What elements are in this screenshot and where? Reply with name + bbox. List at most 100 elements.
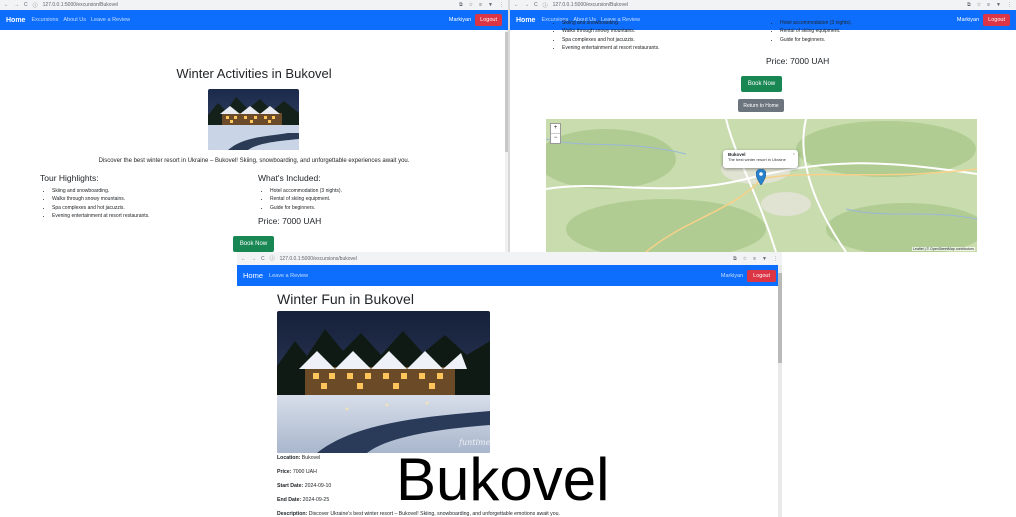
page-title: Winter Activities in Bukovel: [176, 66, 332, 81]
navbar: Home Leave a Review Markiyan Logout: [237, 265, 782, 286]
list-item: Skiing and snowboarding.: [52, 188, 230, 194]
list-item: Spa complexes and hot jacuzzis.: [562, 37, 740, 43]
address-bar[interactable]: 127.0.0.1:5000/excursion/Bukovel: [553, 2, 628, 8]
list-item: Spa complexes and hot jacuzzis.: [52, 205, 230, 211]
scrollbar[interactable]: [505, 30, 508, 252]
extensions-icon[interactable]: ≡: [479, 2, 482, 8]
reload-icon[interactable]: C: [24, 2, 28, 8]
browser-toolbar: ← → C ⓘ 127.0.0.1:5000/excursion/Bukovel…: [510, 0, 1016, 10]
price-text: Price: 7000 UAH: [258, 216, 322, 226]
map-marker-icon[interactable]: [756, 169, 766, 185]
menu-icon[interactable]: ⋮: [1007, 2, 1012, 8]
whats-included-partial: Hotel accommodation (3 nights). Rental o…: [768, 20, 958, 45]
list-item: Guide for beginners.: [270, 205, 448, 211]
zoom-out-button[interactable]: −: [551, 133, 560, 143]
reload-icon[interactable]: C: [261, 256, 265, 262]
menu-icon[interactable]: ⋮: [499, 2, 504, 8]
start-date-label: Start Date:: [277, 483, 304, 489]
translate-icon[interactable]: ⧉: [733, 256, 737, 262]
user-name: Markiyan: [720, 272, 744, 279]
included-heading: What's Included:: [258, 173, 321, 183]
list-item: Hotel accommodation (3 nights).: [780, 20, 958, 26]
end-date-value: 2024-09-25: [302, 497, 330, 503]
return-home-button[interactable]: Return to Home: [738, 99, 784, 112]
book-now-button[interactable]: Book Now: [741, 76, 782, 92]
logout-button[interactable]: Logout: [747, 269, 776, 282]
tour-highlights-partial: Skiing and snowboarding. Walks through s…: [550, 20, 740, 53]
end-date-label: End Date:: [277, 497, 302, 503]
browser-toolbar: ← → C ⓘ 127.0.0.1:5000/excursion/Bukovel…: [0, 0, 508, 10]
close-icon[interactable]: ×: [793, 151, 795, 156]
forward-icon[interactable]: →: [14, 2, 19, 8]
nav-home[interactable]: Home: [516, 17, 535, 24]
intro-text: Discover the best winter resort in Ukrai…: [98, 158, 410, 164]
logout-button[interactable]: Logout: [475, 14, 502, 26]
start-date-value: 2024-09-10: [304, 483, 332, 489]
resort-image: funtime: [277, 311, 490, 453]
nav-review[interactable]: Leave a Review: [269, 273, 308, 279]
info-icon[interactable]: ⓘ: [270, 255, 275, 262]
browser-toolbar: ← → C ⓘ 127.0.0.1:5000/excursions/bukove…: [237, 252, 782, 265]
location-value: Bukovel: [301, 455, 321, 461]
download-icon[interactable]: ▼: [762, 256, 767, 262]
address-bar[interactable]: 127.0.0.1:5000/excursions/bukovel: [280, 256, 357, 262]
reload-icon[interactable]: C: [534, 2, 538, 8]
forward-icon[interactable]: →: [251, 256, 256, 262]
logout-button[interactable]: Logout: [983, 14, 1010, 26]
map[interactable]: + − × Bukovel The best winter resort in …: [546, 119, 977, 252]
info-icon[interactable]: ⓘ: [543, 2, 548, 9]
list-item: Evening entertainment at resort restaura…: [562, 45, 740, 51]
list-item: Hotel accommodation (3 nights).: [270, 188, 448, 194]
map-attribution[interactable]: Leaflet | © OpenStreetMap contributors: [912, 247, 975, 251]
nav-about[interactable]: About Us: [63, 17, 86, 23]
translate-icon[interactable]: ⧉: [967, 2, 971, 8]
list-item: Skiing and snowboarding.: [562, 20, 740, 26]
nav-home[interactable]: Home: [6, 17, 25, 24]
user-name: Markiyan: [956, 17, 980, 23]
start-date-row: Start Date: 2024-09-10: [277, 483, 331, 489]
zoom-controls: + −: [550, 123, 561, 144]
translate-icon[interactable]: ⧉: [459, 2, 463, 8]
download-icon[interactable]: ▼: [996, 2, 1001, 8]
address-bar[interactable]: 127.0.0.1:5000/excursion/Bukovel: [43, 2, 118, 8]
list-item: Guide for beginners.: [780, 37, 958, 43]
window-excursion-map: ← → C ⓘ 127.0.0.1:5000/excursion/Bukovel…: [510, 0, 1016, 252]
download-icon[interactable]: ▼: [488, 2, 493, 8]
tour-highlights: Tour Highlights: Skiing and snowboarding…: [40, 173, 230, 221]
list-item: Rental of skiing equipment.: [780, 28, 958, 34]
star-icon[interactable]: ☆: [743, 256, 747, 262]
back-icon[interactable]: ←: [514, 2, 519, 8]
extensions-icon[interactable]: ≡: [987, 2, 990, 8]
price-row: Price: 7000 UAH: [277, 469, 317, 475]
nav-excursions[interactable]: Excursions: [31, 17, 58, 23]
info-icon[interactable]: ⓘ: [33, 2, 38, 9]
resort-image: [208, 89, 299, 150]
list-item: Walks through snowy mountains.: [52, 196, 230, 202]
user-name: Markiyan: [448, 17, 472, 23]
window-excursion-details: ← → C ⓘ 127.0.0.1:5000/excursion/Bukovel…: [0, 0, 510, 252]
highlights-heading: Tour Highlights:: [40, 173, 99, 183]
star-icon[interactable]: ☆: [977, 2, 981, 8]
price-text: Price: 7000 UAH: [766, 56, 830, 66]
page-title: Winter Fun in Bukovel: [277, 291, 414, 307]
navbar: Home Excursions About Us Leave a Review …: [0, 10, 508, 30]
nav-review[interactable]: Leave a Review: [91, 17, 130, 23]
menu-icon[interactable]: ⋮: [773, 256, 778, 262]
list-item: Walks through snowy mountains.: [562, 28, 740, 34]
extensions-icon[interactable]: ≡: [753, 256, 756, 262]
zoom-in-button[interactable]: +: [551, 124, 560, 133]
nav-home[interactable]: Home: [243, 271, 263, 280]
scrollbar[interactable]: [778, 265, 782, 517]
back-icon[interactable]: ←: [4, 2, 9, 8]
back-icon[interactable]: ←: [241, 256, 246, 262]
list-item: Rental of skiing equipment.: [270, 196, 448, 202]
book-now-button[interactable]: Book Now: [233, 236, 274, 252]
overlay-caption: Bukovel: [396, 446, 610, 513]
whats-included: What's Included: Hotel accommodation (3 …: [258, 173, 448, 213]
description-label: Description:: [277, 511, 308, 517]
price-label: Price:: [277, 469, 292, 475]
star-icon[interactable]: ☆: [469, 2, 473, 8]
price-value: 7000 UAH: [292, 469, 317, 475]
end-date-row: End Date: 2024-09-25: [277, 497, 329, 503]
forward-icon[interactable]: →: [524, 2, 529, 8]
